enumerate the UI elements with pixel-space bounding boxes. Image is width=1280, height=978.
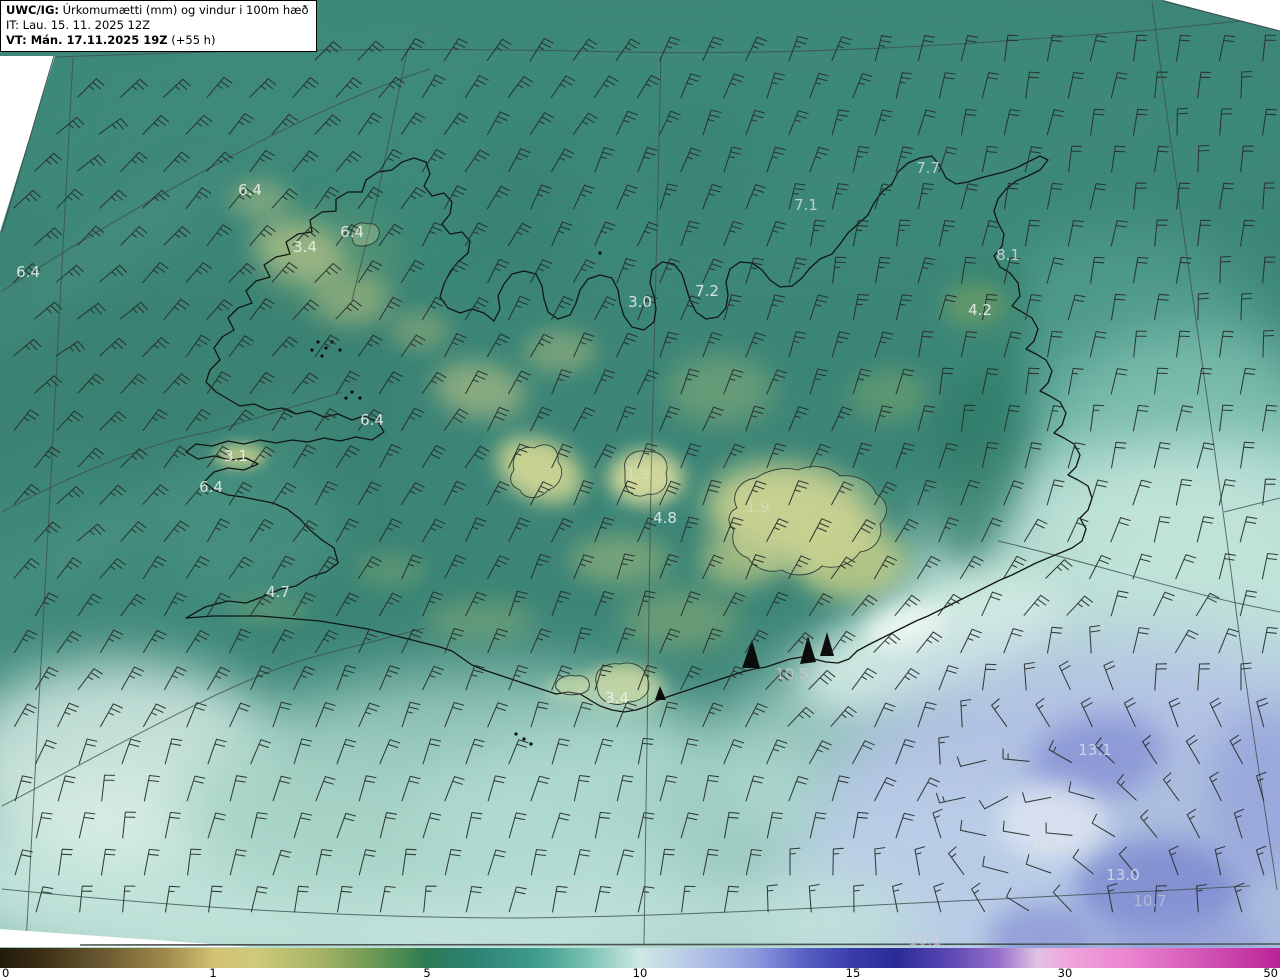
valid-time-label: VT: Mán. 17.11.2025 19Z	[6, 32, 168, 47]
value-label: 1.9	[746, 498, 770, 516]
colorbar-tick: 5	[423, 966, 431, 978]
value-label: 13.1	[1078, 741, 1111, 759]
title-line-parameter: UWC/IG: Úrkomumætti (mm) og vindur i 100…	[6, 3, 309, 18]
value-label: 10.5	[775, 665, 808, 683]
value-label: 3.4	[293, 238, 317, 256]
colorbar-tick: 0	[2, 966, 10, 978]
value-label: 7.7	[916, 159, 940, 177]
value-label: 6.4	[199, 478, 223, 496]
map-title-box: UWC/IG: Úrkomumætti (mm) og vindur i 100…	[0, 0, 317, 52]
value-label: 1.9	[626, 465, 650, 483]
forecast-map: 6.4 6.4 3.4 6.4 3.0 7.2 7.7 7.1 8.1 4.2 3.1 6.4 6.4 4…	[0, 0, 1280, 948]
value-label: 10.7	[1133, 892, 1166, 910]
value-label: 6.4	[16, 263, 40, 281]
value-label: 10.5	[1031, 836, 1064, 854]
value-label: 3.0	[628, 293, 652, 311]
parameter-label: Úrkomumætti (mm) og vindur i 100m hæð	[58, 3, 309, 17]
colorbar-tick-labels: 0 1 5 10 15 30 50	[0, 966, 1280, 978]
colorbar-tick: 10	[632, 966, 648, 978]
value-label: 6.4	[360, 411, 384, 429]
value-label: 4.8	[653, 509, 677, 527]
value-label: 3.1	[224, 447, 248, 465]
colorbar-tick: 50	[1263, 966, 1278, 978]
value-label: 3.4	[605, 689, 629, 707]
colorbar-tick: 15	[845, 966, 861, 978]
precipitation-colorbar	[0, 948, 1280, 968]
value-label: 6.4	[238, 181, 262, 199]
value-label: 4.2	[968, 301, 992, 319]
lead-time-label: (+55 h)	[167, 32, 216, 47]
value-label: 7.1	[794, 196, 818, 214]
value-label: 10.1	[908, 931, 941, 948]
value-label: 8.1	[996, 246, 1020, 264]
map-canvas: 6.46.43.46.43.07.27.77.18.14.23.16.46.44…	[0, 0, 1280, 948]
value-label: 7.2	[695, 282, 719, 300]
value-label: 6.4	[340, 223, 364, 241]
colorbar-tick: 1	[209, 966, 217, 978]
title-line-valid-time: VT: Mán. 17.11.2025 19Z (+55 h)	[6, 33, 309, 48]
value-label: 13.0	[1106, 866, 1139, 884]
weather-map-app: 6.4 6.4 3.4 6.4 3.0 7.2 7.7 7.1 8.1 4.2 3.1 6.4 6.4 4…	[0, 0, 1280, 978]
colorbar-tick: 30	[1057, 966, 1073, 978]
title-line-init-time: IT: Lau. 15. 11. 2025 12Z	[6, 17, 151, 32]
model-id-label: UWC/IG:	[6, 3, 59, 17]
value-label: 4.7	[266, 583, 290, 601]
